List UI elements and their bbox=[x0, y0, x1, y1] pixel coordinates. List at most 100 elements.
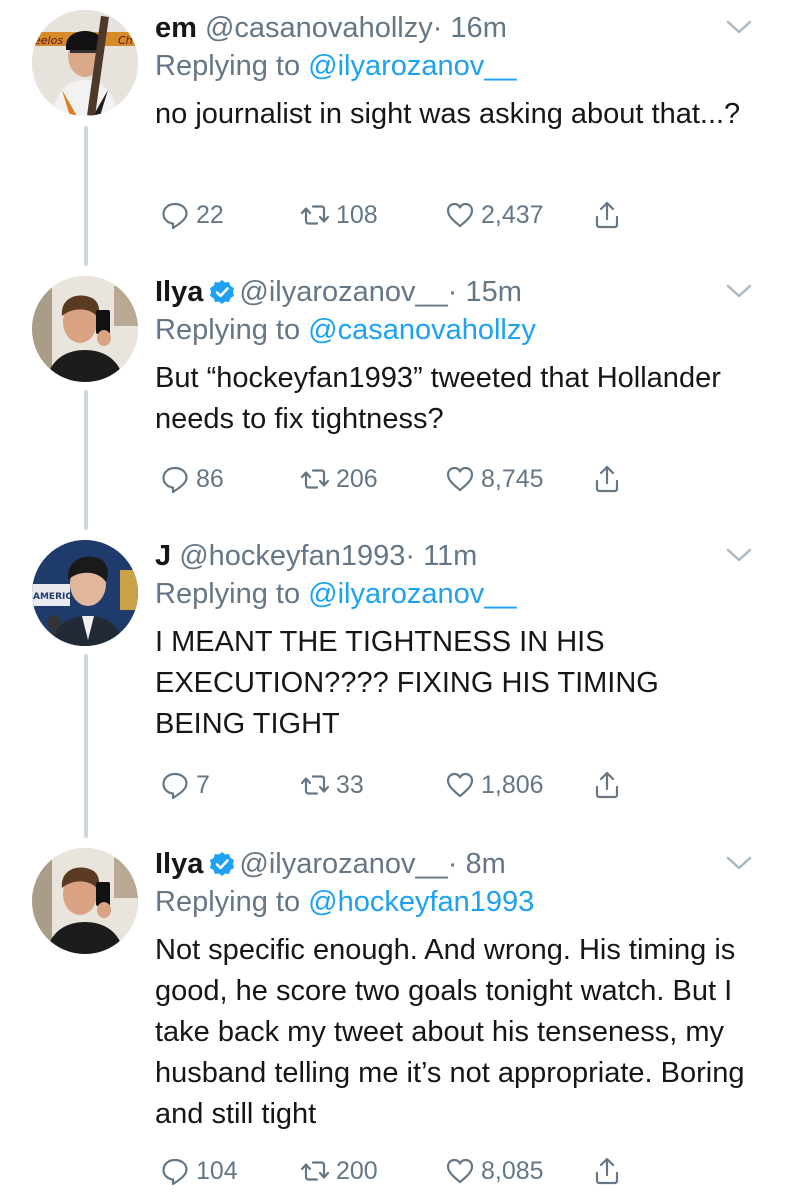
tweet-actions: 104 200 8,085 bbox=[160, 1154, 640, 1188]
share-icon bbox=[595, 201, 619, 229]
replying-to-mention[interactable]: @ilyarozanov__ bbox=[308, 578, 516, 610]
replying-to: Replying to @casanovahollzy bbox=[155, 312, 755, 348]
chevron-down-icon[interactable] bbox=[725, 18, 753, 36]
replying-to: Replying to @ilyarozanov__ bbox=[155, 48, 755, 84]
retweet-icon bbox=[300, 205, 330, 225]
tweet-header: Ilya @ilyarozanov__· 15m bbox=[155, 274, 755, 310]
like-count: 2,437 bbox=[481, 200, 544, 229]
reply-icon bbox=[162, 772, 188, 800]
retweet-button[interactable]: 206 bbox=[300, 462, 378, 496]
retweet-button[interactable]: 108 bbox=[300, 198, 378, 232]
share-button[interactable] bbox=[592, 462, 628, 496]
tweet-content: J @hockeyfan1993· 11m Replying to @ilyar… bbox=[155, 538, 755, 745]
retweet-button[interactable]: 33 bbox=[300, 768, 364, 802]
avatar[interactable] bbox=[32, 848, 138, 954]
share-button[interactable] bbox=[592, 1154, 628, 1188]
like-count: 1,806 bbox=[481, 770, 544, 799]
display-name[interactable]: J bbox=[155, 540, 171, 572]
avatar-press-conference: AMERICA bbox=[32, 540, 138, 646]
avatar-mirror-selfie bbox=[32, 848, 138, 954]
retweet-count: 200 bbox=[336, 1156, 378, 1185]
tweet-actions: 86 206 8,745 bbox=[160, 462, 640, 496]
retweet-count: 206 bbox=[336, 464, 378, 493]
reply-icon bbox=[162, 202, 188, 230]
like-button[interactable]: 1,806 bbox=[445, 768, 544, 802]
replying-to-mention[interactable]: @casanovahollzy bbox=[308, 314, 536, 346]
share-button[interactable] bbox=[592, 768, 628, 802]
avatar-hockey-player: eelos Ch bbox=[32, 10, 138, 116]
reply-button[interactable]: 7 bbox=[160, 768, 210, 802]
handle[interactable]: @casanovahollzy bbox=[205, 12, 433, 44]
chevron-down-icon[interactable] bbox=[725, 282, 753, 300]
replying-to-label: Replying to bbox=[155, 578, 301, 610]
reply-button[interactable]: 22 bbox=[160, 198, 224, 232]
reply-button[interactable]: 86 bbox=[160, 462, 224, 496]
retweet-icon bbox=[300, 1161, 330, 1181]
timestamp[interactable]: · 8m bbox=[448, 848, 506, 880]
like-icon bbox=[446, 466, 474, 492]
chevron-down-icon[interactable] bbox=[725, 546, 753, 564]
tweet-header: em @casanovahollzy· 16m bbox=[155, 10, 755, 46]
share-icon bbox=[595, 465, 619, 493]
display-name[interactable]: em bbox=[155, 12, 197, 44]
tweet[interactable]: Ilya @ilyarozanov__· 15m Replying to @cas… bbox=[0, 264, 785, 544]
handle[interactable]: @ilyarozanov__ bbox=[239, 848, 447, 880]
share-icon bbox=[595, 1157, 619, 1185]
share-icon bbox=[595, 771, 619, 799]
replying-to-label: Replying to bbox=[155, 50, 301, 82]
tweet-actions: 22 108 2,437 bbox=[160, 198, 640, 232]
avatar[interactable] bbox=[32, 276, 138, 382]
replying-to-label: Replying to bbox=[155, 886, 301, 918]
like-icon bbox=[446, 772, 474, 798]
reply-count: 7 bbox=[196, 770, 210, 799]
tweet-text: Not specific enough. And wrong. His timi… bbox=[155, 934, 745, 1130]
like-button[interactable]: 8,745 bbox=[445, 462, 544, 496]
svg-text:eelos: eelos bbox=[34, 34, 63, 47]
replying-to-mention[interactable]: @hockeyfan1993 bbox=[308, 886, 534, 918]
chevron-down-icon[interactable] bbox=[725, 854, 753, 872]
like-icon bbox=[446, 1158, 474, 1184]
tweet-header: J @hockeyfan1993· 11m bbox=[155, 538, 755, 574]
tweet-text: I MEANT THE TIGHTNESS IN HIS EXECUTION??… bbox=[155, 626, 659, 740]
share-button[interactable] bbox=[592, 198, 628, 232]
tweet-content: Ilya @ilyarozanov__· 8m Replying to @hock… bbox=[155, 846, 755, 1135]
display-name[interactable]: Ilya bbox=[155, 848, 203, 880]
retweet-icon bbox=[300, 469, 330, 489]
handle[interactable]: @ilyarozanov__ bbox=[239, 276, 447, 308]
reply-button[interactable]: 104 bbox=[160, 1154, 238, 1188]
like-count: 8,745 bbox=[481, 464, 544, 493]
like-count: 8,085 bbox=[481, 1156, 544, 1185]
verified-badge-icon bbox=[210, 852, 235, 876]
like-button[interactable]: 8,085 bbox=[445, 1154, 544, 1188]
tweet[interactable]: Ilya @ilyarozanov__· 8m Replying to @hock… bbox=[0, 836, 785, 1200]
reply-icon bbox=[162, 1158, 188, 1186]
like-icon bbox=[446, 202, 474, 228]
retweet-count: 108 bbox=[336, 200, 378, 229]
tweet-actions: 7 33 1,806 bbox=[160, 768, 640, 802]
avatar[interactable]: eelos Ch bbox=[32, 10, 138, 116]
tweet-header: Ilya @ilyarozanov__· 8m bbox=[155, 846, 755, 882]
tweet[interactable]: eelos Ch em @casanovahollzy· 16m Replyin… bbox=[0, 0, 785, 280]
replying-to-mention[interactable]: @ilyarozanov__ bbox=[308, 50, 516, 82]
reply-count: 104 bbox=[196, 1156, 238, 1185]
replying-to: Replying to @ilyarozanov__ bbox=[155, 576, 755, 612]
reply-count: 86 bbox=[196, 464, 224, 493]
tweet-text: no journalist in sight was asking about … bbox=[155, 98, 741, 130]
tweet-content: Ilya @ilyarozanov__· 15m Replying to @cas… bbox=[155, 274, 755, 440]
timestamp[interactable]: · 16m bbox=[433, 12, 507, 44]
verified-badge-icon bbox=[210, 280, 235, 304]
retweet-count: 33 bbox=[336, 770, 364, 799]
avatar-mirror-selfie bbox=[32, 276, 138, 382]
replying-to-label: Replying to bbox=[155, 314, 301, 346]
like-button[interactable]: 2,437 bbox=[445, 198, 544, 232]
tweet[interactable]: AMERICA J @hockeyfan1993· 11m Replying t… bbox=[0, 528, 785, 808]
display-name[interactable]: Ilya bbox=[155, 276, 203, 308]
replying-to: Replying to @hockeyfan1993 bbox=[155, 884, 755, 920]
reply-count: 22 bbox=[196, 200, 224, 229]
avatar[interactable]: AMERICA bbox=[32, 540, 138, 646]
handle[interactable]: @hockeyfan1993 bbox=[179, 540, 405, 572]
retweet-button[interactable]: 200 bbox=[300, 1154, 378, 1188]
tweet-content: em @casanovahollzy· 16m Replying to @ily… bbox=[155, 10, 755, 135]
timestamp[interactable]: · 15m bbox=[448, 276, 522, 308]
timestamp[interactable]: · 11m bbox=[405, 540, 477, 572]
